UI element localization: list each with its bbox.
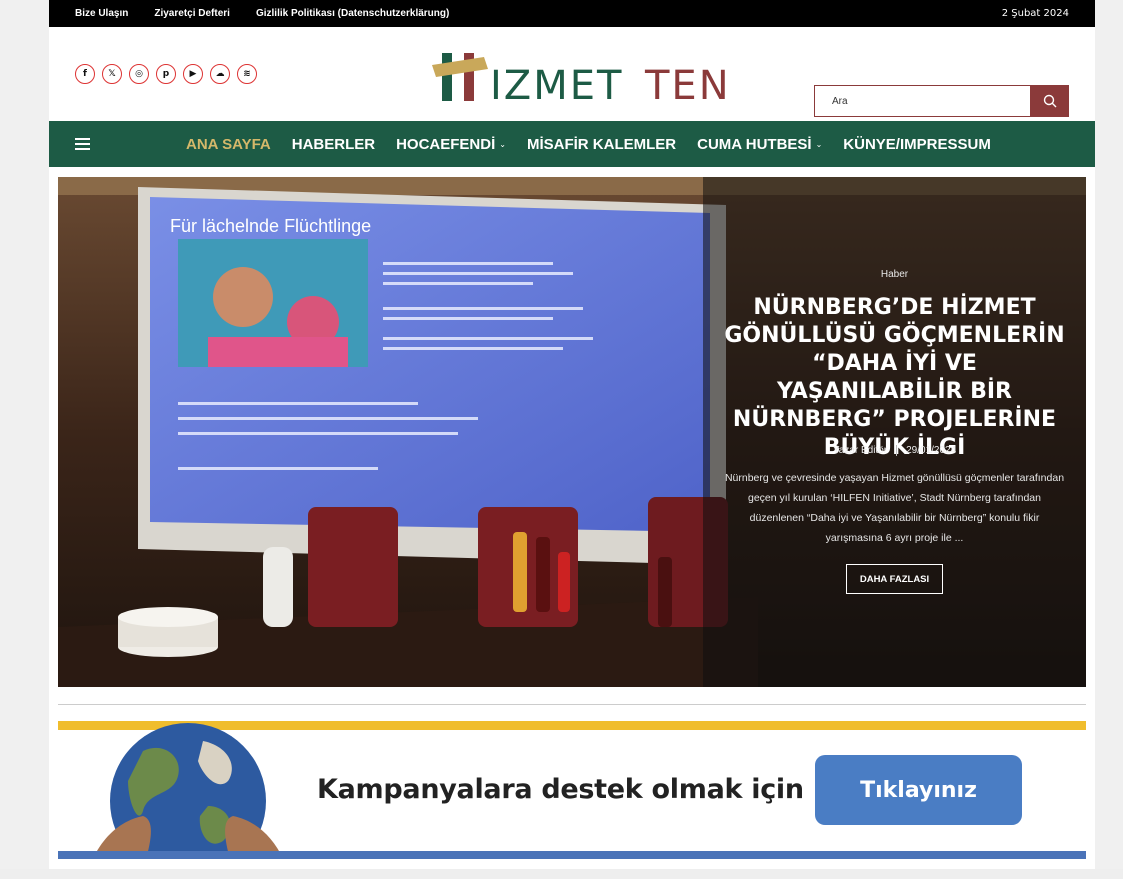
divider — [58, 704, 1086, 705]
post-category[interactable]: Haber — [703, 269, 1086, 280]
contact-link[interactable]: Bize Ulaşın — [75, 8, 128, 19]
privacy-policy-link[interactable]: Gizlilik Politikası (Datenschutzerklärun… — [256, 8, 449, 19]
search-input[interactable] — [814, 85, 1030, 117]
banner-text: Kampanyalara destek olmak için — [317, 774, 804, 805]
search-form — [814, 85, 1069, 117]
post-title[interactable]: NÜRNBERG’DE HİZMET GÖNÜLLÜSÜ GÖÇMENLERİN… — [718, 294, 1071, 462]
top-bar: Bize Ulaşın Ziyaretçi Defteri Gizlilik P… — [49, 0, 1095, 27]
page: Bize Ulaşın Ziyaretçi Defteri Gizlilik P… — [49, 0, 1095, 879]
page-bottom-strip — [0, 869, 1123, 879]
pinterest-icon[interactable]: p — [156, 64, 176, 84]
chevron-down-icon: ⌄ — [815, 139, 823, 149]
social-links: f 𝕏 ◎ p ▶ ☁ ≋ — [75, 64, 257, 84]
banner-button[interactable]: Tıklayınız — [815, 755, 1022, 825]
youtube-icon[interactable]: ▶ — [183, 64, 203, 84]
site-header: f 𝕏 ◎ p ▶ ☁ ≋ IZMET TEN — [49, 27, 1095, 121]
menu-icon[interactable] — [75, 138, 90, 150]
search-icon — [1043, 94, 1056, 108]
nav-item-friday-sermon[interactable]: CUMA HUTBESİ ⌄ — [697, 136, 822, 153]
post-author[interactable]: Yazar Editör — [833, 445, 887, 456]
soundcloud-icon[interactable]: ☁ — [210, 64, 230, 84]
post-meta: Yazar Editör 29/01/2024 — [703, 445, 1086, 456]
svg-text:Für lächelnde Flüchtlinge: Für lächelnde Flüchtlinge — [170, 216, 371, 236]
campaign-banner[interactable]: Kampanyalara destek olmak için Tıklayını… — [58, 721, 1086, 859]
main-nav: ANA SAYFA HABERLER HOCAEFENDİ ⌄ MİSAFİR K… — [49, 121, 1095, 167]
chevron-down-icon: ⌄ — [499, 139, 506, 149]
logo-text: IZMET — [490, 63, 623, 107]
post-date: 29/01/2024 — [906, 445, 957, 457]
site-logo[interactable]: IZMET TEN — [432, 47, 732, 109]
svg-text:TEN: TEN — [644, 63, 731, 107]
nav-item-guest-writers[interactable]: MİSAFİR KALEMLER — [527, 136, 676, 153]
guestbook-link[interactable]: Ziyaretçi Defteri — [154, 8, 230, 19]
banner-bottom-stripe — [58, 851, 1086, 859]
search-button[interactable] — [1030, 85, 1069, 117]
x-twitter-icon[interactable]: 𝕏 — [102, 64, 122, 84]
nav-item-hocaefendi[interactable]: HOCAEFENDİ ⌄ — [396, 136, 506, 153]
instagram-icon[interactable]: ◎ — [129, 64, 149, 84]
post-excerpt: Nürnberg ve çevresinde yaşayan Hizmet gö… — [724, 472, 1065, 544]
nav-item-impressum[interactable]: KÜNYE/IMPRESSUM — [843, 136, 991, 153]
spotify-icon[interactable]: ≋ — [237, 64, 257, 84]
current-date: 2 Şubat 2024 — [1001, 8, 1069, 19]
nav-item-home[interactable]: ANA SAYFA — [186, 136, 271, 153]
read-more-button[interactable]: DAHA FAZLASI — [846, 564, 943, 594]
featured-post[interactable]: Für lächelnde Flüchtlinge Haber NÜRNBERG… — [58, 177, 1086, 687]
nav-item-news[interactable]: HABERLER — [292, 136, 375, 153]
facebook-icon[interactable]: f — [75, 64, 95, 84]
globe-hands-image — [92, 723, 284, 859]
